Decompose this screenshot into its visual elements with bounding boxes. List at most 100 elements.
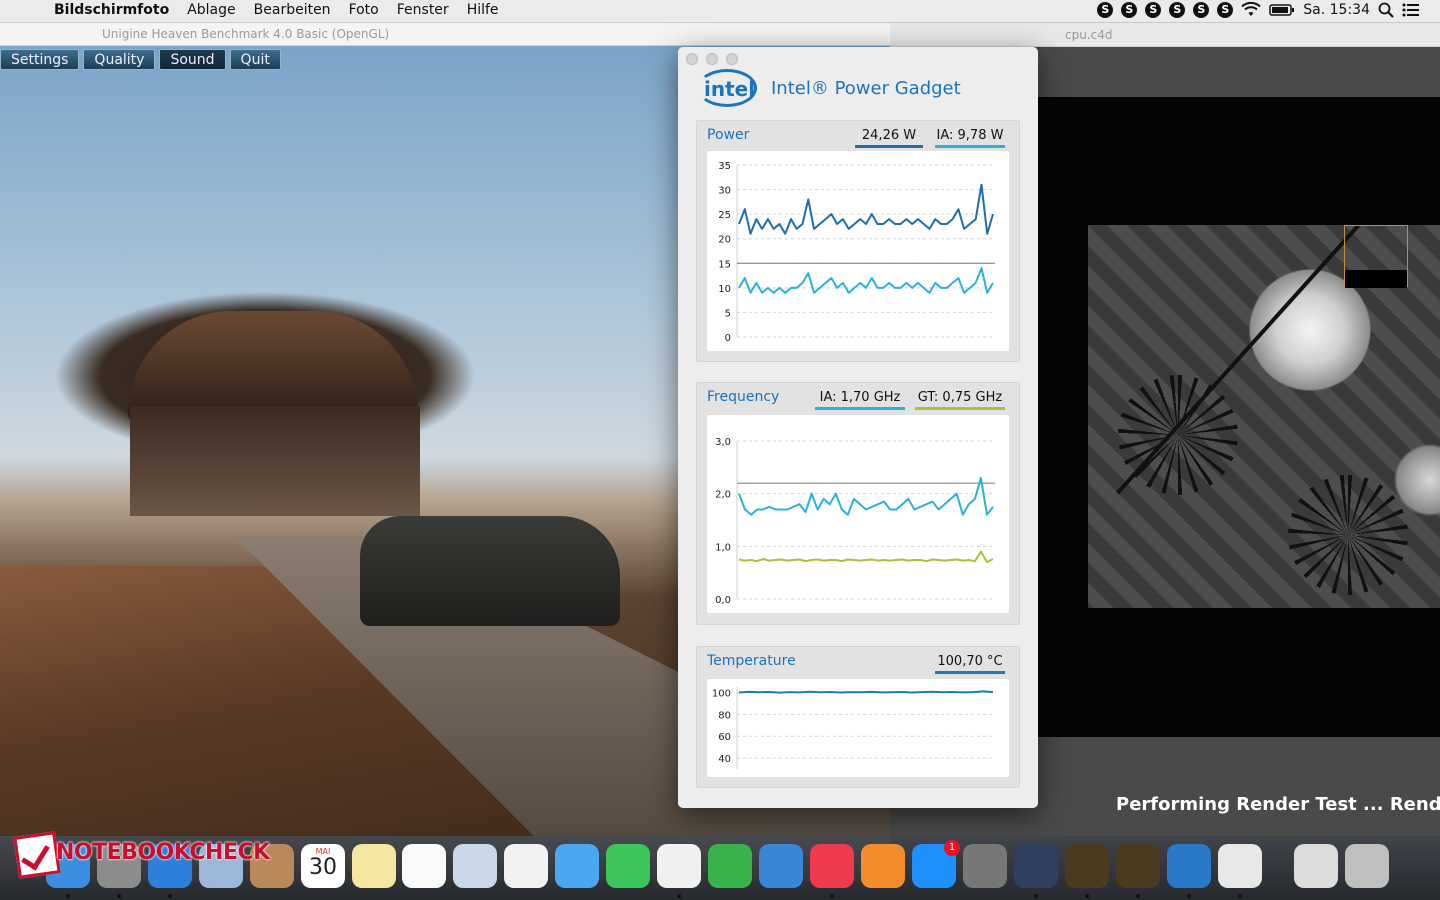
status-s-icon[interactable]: S <box>1145 2 1162 18</box>
status-s-icon[interactable]: S <box>1121 2 1138 18</box>
status-s-icon[interactable]: S <box>1097 2 1114 18</box>
running-indicator <box>1136 894 1140 898</box>
running-indicator <box>677 894 681 898</box>
calendar-day: 30 <box>309 855 337 880</box>
frequency-chart: 3,0 2,0 1,0 0,0 <box>707 415 1009 613</box>
temperature-panel-title: Temperature <box>707 653 796 669</box>
scene-dome <box>128 311 418 421</box>
y-tick-label: 5 <box>725 308 731 319</box>
dock-calendar-icon[interactable]: MAI 30 <box>301 844 345 888</box>
temperature-chart: 100 80 60 40 <box>707 679 1009 777</box>
dock-grab-icon[interactable] <box>1218 844 1262 888</box>
dock-system-preferences-icon[interactable] <box>963 844 1007 888</box>
dock-facetime-icon[interactable] <box>606 844 650 888</box>
dock-notes-icon[interactable] <box>352 844 396 888</box>
dock-trash-icon[interactable] <box>1345 844 1389 888</box>
menu-fenster[interactable]: Fenster <box>397 2 449 18</box>
dock-messages-icon[interactable] <box>555 844 599 888</box>
running-indicator <box>1034 894 1038 898</box>
y-tick-label: 80 <box>718 710 731 721</box>
power-gadget-window[interactable]: intel Intel® Power Gadget Power 24,26 W … <box>678 47 1038 808</box>
dock-photos-icon[interactable] <box>504 844 548 888</box>
wifi-icon[interactable] <box>1241 2 1261 18</box>
running-indicator <box>66 894 70 898</box>
zoom-button[interactable] <box>726 53 738 65</box>
y-tick-label: 20 <box>718 235 731 246</box>
quit-button[interactable]: Quit <box>229 49 281 70</box>
menu-bearbeiten[interactable]: Bearbeiten <box>254 2 331 18</box>
status-s-icon[interactable]: S <box>1169 2 1186 18</box>
power-chart: 35 30 25 20 15 10 5 0 <box>707 151 1009 351</box>
settings-button[interactable]: Settings <box>0 49 80 70</box>
clock[interactable]: Sa. 15:34 <box>1303 2 1370 18</box>
running-indicator <box>168 894 172 898</box>
minimize-button[interactable] <box>706 53 718 65</box>
dock-app-store-icon[interactable]: 1 <box>912 840 960 888</box>
dock-keynote-icon[interactable] <box>759 844 803 888</box>
chart-svg: 35 30 25 20 15 10 5 0 <box>718 161 995 344</box>
y-tick-label: 15 <box>718 259 731 270</box>
close-button[interactable] <box>686 53 698 65</box>
frequency-panel: Frequency IA: 1,70 GHz GT: 0,75 GHz 3,0 2… <box>696 382 1020 625</box>
running-indicator <box>1187 894 1191 898</box>
render-bucket-marker <box>1344 225 1408 288</box>
dock-heaven-icon-2[interactable] <box>1116 844 1160 888</box>
dock-cinema4d-icon[interactable] <box>1014 844 1058 888</box>
y-tick-label: 10 <box>718 284 731 295</box>
y-tick-label: 1,0 <box>715 542 731 553</box>
y-tick-label: 30 <box>718 186 731 197</box>
badge: 1 <box>944 840 960 856</box>
menu-list: Bildschirmfoto Ablage Bearbeiten Foto Fe… <box>54 2 517 18</box>
dock-reminders-icon[interactable] <box>402 844 446 888</box>
dock-heaven-icon[interactable] <box>1065 844 1109 888</box>
menu-bar: Bildschirmfoto Ablage Bearbeiten Foto Fe… <box>0 0 1440 23</box>
chart-svg: 100 80 60 40 <box>712 687 995 769</box>
chart-svg: 3,0 2,0 1,0 0,0 <box>715 437 995 606</box>
dock-ibooks-icon[interactable] <box>861 844 905 888</box>
sound-button[interactable]: Sound <box>159 49 226 70</box>
notification-center-icon[interactable] <box>1402 3 1420 17</box>
y-tick-label: 2,0 <box>715 490 731 501</box>
gadget-title: Intel® Power Gadget <box>771 78 961 99</box>
series-line-2 <box>738 267 994 294</box>
c4d-window-titlebar[interactable]: cpu.c4d <box>890 23 1440 47</box>
series-line-1 <box>738 690 994 694</box>
series-line-2 <box>738 550 994 564</box>
status-s-icon[interactable]: S <box>1217 2 1234 18</box>
dock-document-icon[interactable] <box>1294 844 1338 888</box>
temperature-readout: 100,70 °C <box>935 654 1005 674</box>
dock-pages-icon[interactable] <box>657 844 701 888</box>
status-s-icon[interactable]: S <box>1193 2 1210 18</box>
y-tick-label: 25 <box>718 210 731 221</box>
notebookcheck-watermark: NOTEBOOKCHECK <box>13 828 276 882</box>
temperature-panel: Temperature 100,70 °C 100 80 60 40 <box>696 646 1020 788</box>
render-starburst <box>1118 375 1238 495</box>
quality-button[interactable]: Quality <box>83 49 156 70</box>
y-tick-label: 0,0 <box>715 595 731 606</box>
dock-numbers-icon[interactable] <box>708 844 752 888</box>
y-tick-label: 3,0 <box>715 437 731 448</box>
power-ia-readout: IA: 9,78 W <box>935 128 1005 148</box>
spotlight-search-icon[interactable] <box>1378 2 1394 18</box>
power-total-readout: 24,26 W <box>855 128 923 148</box>
frequency-ia-readout: IA: 1,70 GHz <box>815 390 905 410</box>
heaven-window-titlebar[interactable]: Unigine Heaven Benchmark 4.0 Basic (Open… <box>0 23 890 46</box>
dock-itunes-icon[interactable] <box>810 844 854 888</box>
y-tick-label: 0 <box>725 333 731 344</box>
frequency-gt-readout: GT: 0,75 GHz <box>915 390 1005 410</box>
menu-foto[interactable]: Foto <box>349 2 379 18</box>
render-starburst <box>1288 475 1408 595</box>
power-panel: Power 24,26 W IA: 9,78 W 35 30 25 20 15 10 5 0 <box>696 120 1020 362</box>
render-status-text: Performing Render Test ... Rendering <box>1116 794 1440 815</box>
running-indicator <box>1238 894 1242 898</box>
menu-ablage[interactable]: Ablage <box>187 2 235 18</box>
heaven-toolbar: Settings Quality Sound Quit <box>0 49 281 70</box>
menu-app[interactable]: Bildschirmfoto <box>54 2 169 18</box>
dock-power-gadget-icon[interactable] <box>1167 844 1211 888</box>
y-tick-label: 100 <box>712 688 731 699</box>
power-panel-title: Power <box>707 127 750 143</box>
battery-icon[interactable] <box>1269 3 1295 17</box>
dock-preview-icon[interactable] <box>453 844 497 888</box>
menu-hilfe[interactable]: Hilfe <box>467 2 499 18</box>
heaven-window-title: Unigine Heaven Benchmark 4.0 Basic (Open… <box>102 27 390 41</box>
